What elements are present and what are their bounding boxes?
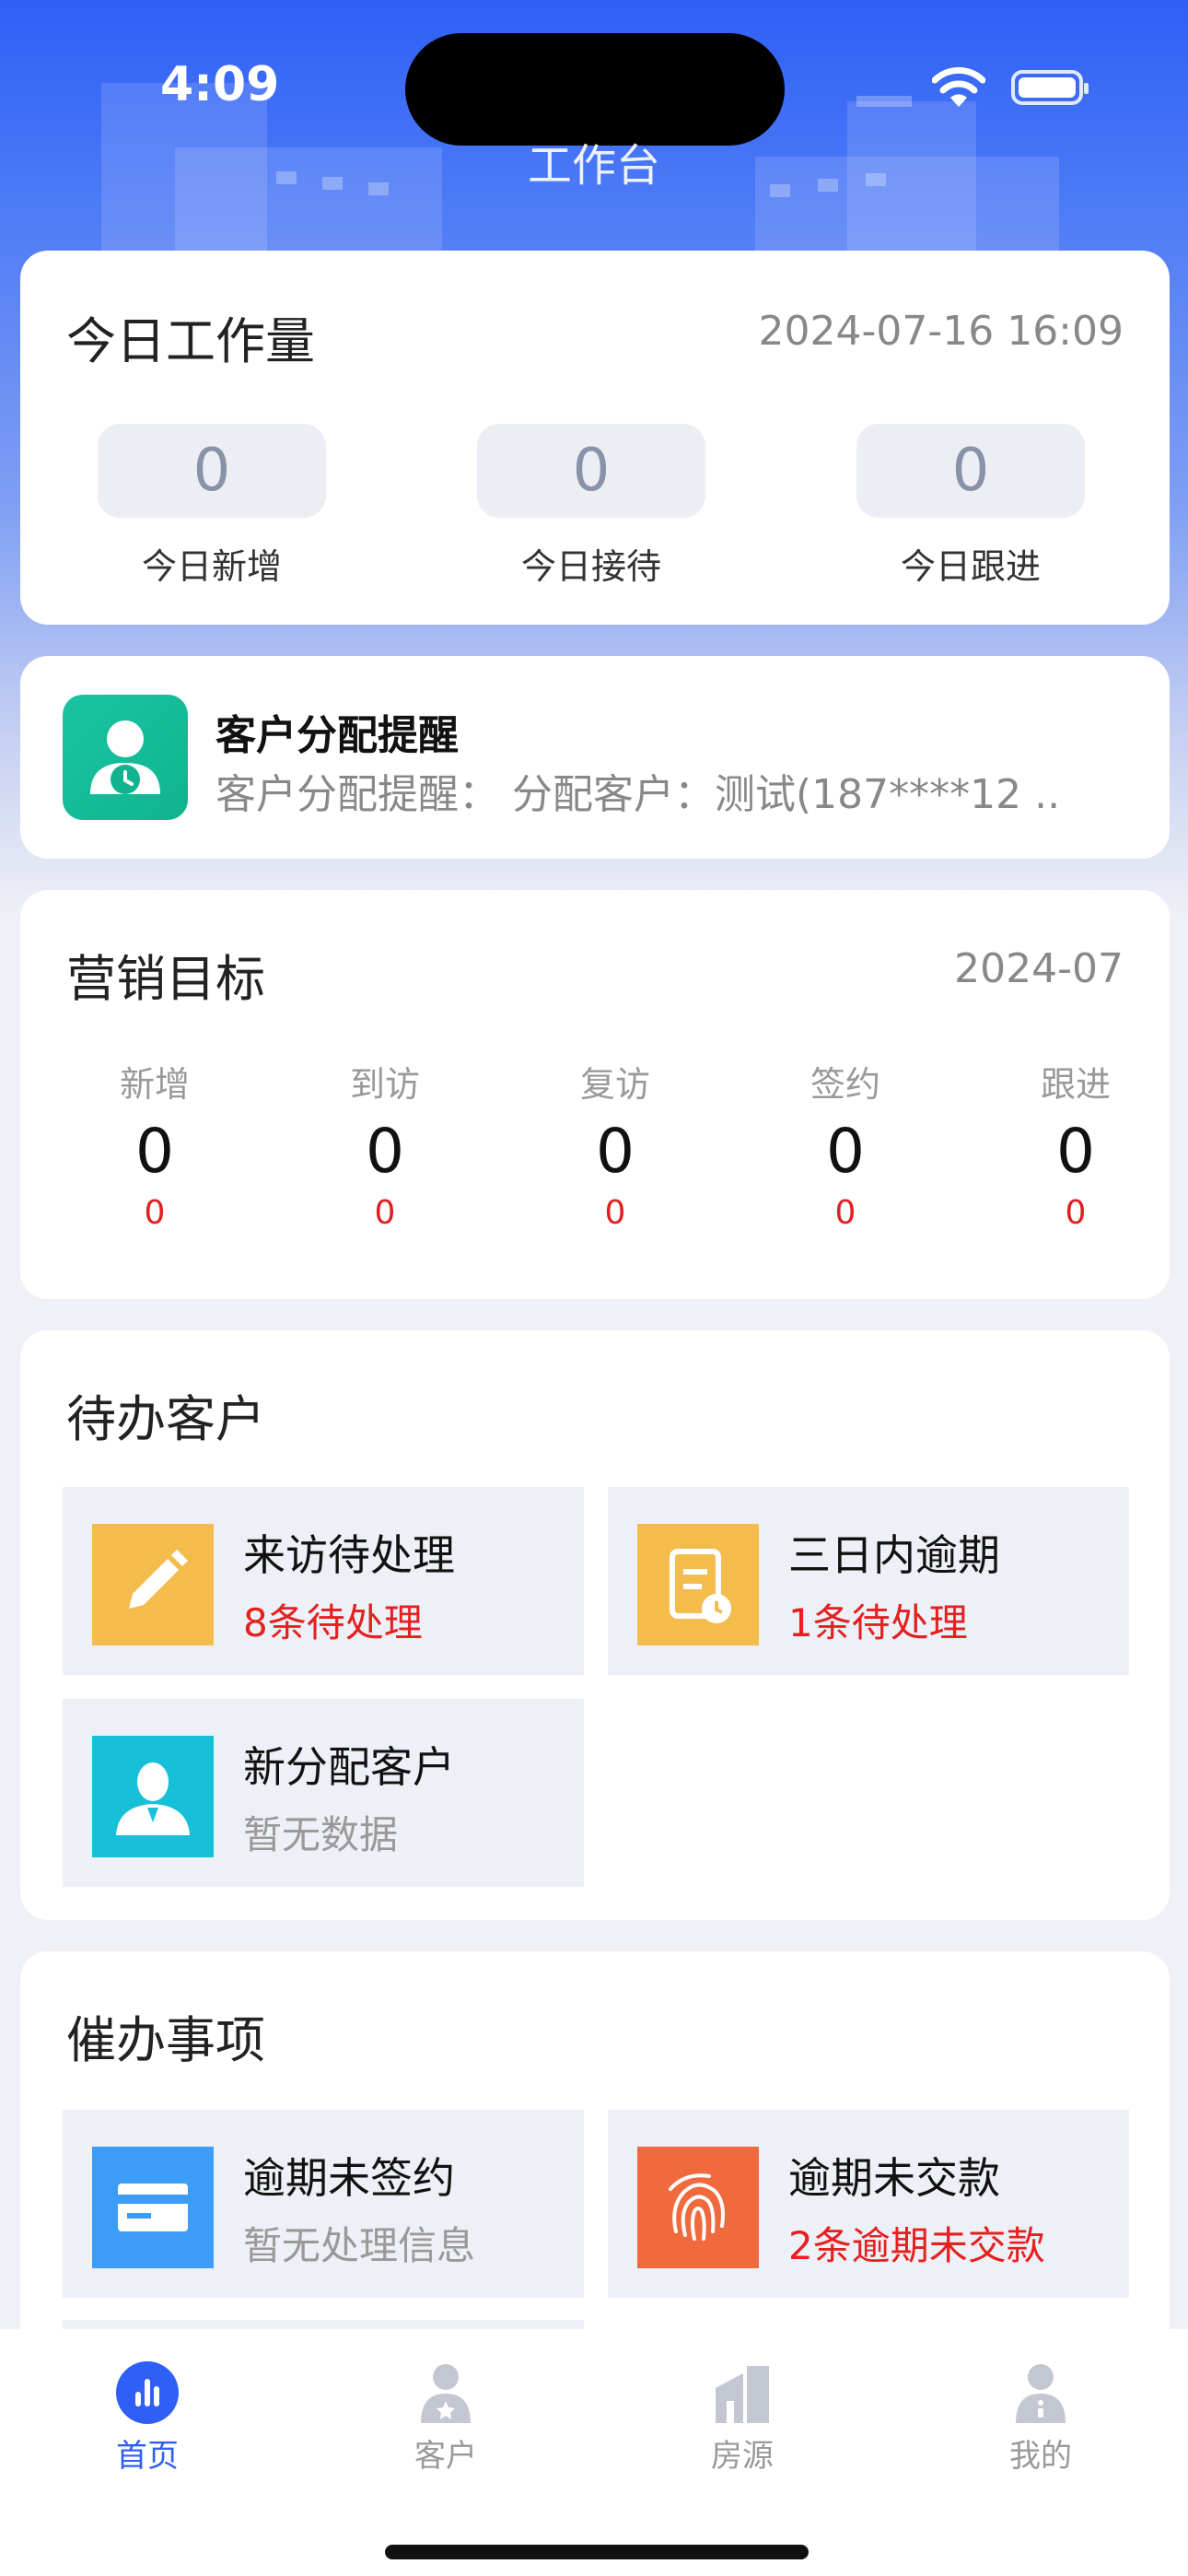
tile-visit-pending[interactable]: 来访待处理 8条待处理 xyxy=(63,1487,584,1675)
goal-label: 到访 xyxy=(349,1064,420,1105)
tile-title: 逾期未签约 xyxy=(243,2153,455,2203)
goal-column-signed: 签约 0 0 xyxy=(753,1056,938,1232)
goal-value: 0 xyxy=(135,1116,174,1187)
goal-column-followup: 跟进 0 0 xyxy=(984,1056,1168,1232)
customer-clock-icon xyxy=(63,695,188,820)
customer-icon xyxy=(413,2360,478,2425)
goal-target: 0 xyxy=(1065,1194,1087,1232)
tile-subtitle: 1条待处理 xyxy=(788,1600,968,1645)
tile-overdue-unpaid[interactable]: 逾期未交款 2条逾期未交款 xyxy=(608,2110,1129,2298)
page-title: 工作台 xyxy=(527,140,660,192)
today-workload-card: 今日工作量 2024-07-16 16:09 0 今日新增 0 今日接待 0 今… xyxy=(20,251,1170,625)
tile-subtitle: 8条待处理 xyxy=(243,1600,423,1645)
tab-label: 我的 xyxy=(1009,2438,1072,2475)
tile-subtitle: 暂无数据 xyxy=(243,1812,399,1857)
pencil-icon xyxy=(92,1524,214,1645)
tile-subtitle: 2条逾期未交款 xyxy=(788,2223,1045,2268)
goal-month: 2024-07 xyxy=(954,945,1124,992)
stat-reception-value[interactable]: 0 xyxy=(477,424,705,518)
tab-label: 首页 xyxy=(116,2438,179,2475)
tile-subtitle: 暂无处理信息 xyxy=(243,2223,476,2268)
tile-overdue-3days[interactable]: 三日内逾期 1条待处理 xyxy=(608,1487,1129,1675)
tab-profile[interactable]: 我的 xyxy=(949,2360,1133,2476)
card-icon xyxy=(92,2147,214,2268)
goal-label: 跟进 xyxy=(1040,1064,1111,1105)
notice-title: 客户分配提醒 xyxy=(215,712,459,759)
tab-label: 房源 xyxy=(711,2438,774,2475)
status-time: 4:09 xyxy=(160,57,280,112)
goal-value: 0 xyxy=(366,1116,404,1187)
bar-chart-icon xyxy=(115,2360,180,2425)
tab-home[interactable]: 首页 xyxy=(55,2360,239,2476)
goal-label: 签约 xyxy=(809,1064,880,1105)
goal-value: 0 xyxy=(596,1116,635,1187)
tile-title: 逾期未交款 xyxy=(788,2153,1000,2203)
stat-followup-label: 今日跟进 xyxy=(900,546,1041,587)
goal-column-new: 新增 0 0 xyxy=(63,1056,247,1232)
marketing-goal-card: 营销目标 2024-07 新增 0 0 到访 0 0 复访 0 0 签约 0 0… xyxy=(20,890,1170,1299)
stat-new-value[interactable]: 0 xyxy=(98,424,326,518)
goal-target: 0 xyxy=(374,1194,396,1232)
goal-label: 复访 xyxy=(579,1064,650,1105)
card-title: 今日工作量 xyxy=(66,312,315,370)
goal-value: 0 xyxy=(826,1116,865,1187)
fingerprint-icon xyxy=(637,2147,759,2268)
home-indicator xyxy=(385,2545,809,2559)
tab-listings[interactable]: 房源 xyxy=(650,2360,834,2476)
goal-target: 0 xyxy=(834,1194,856,1232)
card-title: 催办事项 xyxy=(66,2011,265,2069)
checklist-clock-icon xyxy=(637,1524,759,1645)
building-icon xyxy=(710,2360,775,2425)
stat-reception-label: 今日接待 xyxy=(520,546,661,587)
stat-followup-value[interactable]: 0 xyxy=(856,424,1085,518)
person-icon xyxy=(92,1736,214,1857)
tile-title: 来访待处理 xyxy=(243,1530,455,1580)
card-title: 营销目标 xyxy=(66,950,265,1008)
goal-label: 新增 xyxy=(119,1064,190,1105)
stat-new-label: 今日新增 xyxy=(141,546,282,587)
tab-bar: 首页 客户 房源 我的 xyxy=(0,2329,1188,2576)
pending-customers-card: 待办客户 来访待处理 8条待处理 三日内逾期 1条待处理 新分配客户 暂无数据 xyxy=(20,1330,1170,1920)
goal-column-visit: 到访 0 0 xyxy=(293,1056,477,1232)
notice-body: 客户分配提醒： 分配客户：测试(187****12 .. xyxy=(215,771,1061,818)
workload-datetime: 2024-07-16 16:09 xyxy=(758,308,1124,355)
tab-label: 客户 xyxy=(414,2438,477,2475)
card-title: 待办客户 xyxy=(66,1390,265,1448)
assignment-notice-card[interactable]: 客户分配提醒 客户分配提醒： 分配客户：测试(187****12 .. xyxy=(20,656,1170,859)
tile-title: 新分配客户 xyxy=(243,1742,455,1792)
battery-icon xyxy=(1011,70,1089,105)
profile-icon xyxy=(1008,2360,1073,2425)
tile-overdue-unsigned[interactable]: 逾期未签约 暂无处理信息 xyxy=(63,2110,584,2298)
tab-customers[interactable]: 客户 xyxy=(354,2360,538,2476)
wifi-icon xyxy=(932,66,985,107)
goal-target: 0 xyxy=(604,1194,626,1232)
goal-value: 0 xyxy=(1056,1116,1095,1187)
goal-column-revisit: 复访 0 0 xyxy=(523,1056,707,1232)
tile-new-assigned[interactable]: 新分配客户 暂无数据 xyxy=(63,1699,584,1887)
goal-target: 0 xyxy=(144,1194,166,1232)
tile-title: 三日内逾期 xyxy=(788,1530,1000,1580)
